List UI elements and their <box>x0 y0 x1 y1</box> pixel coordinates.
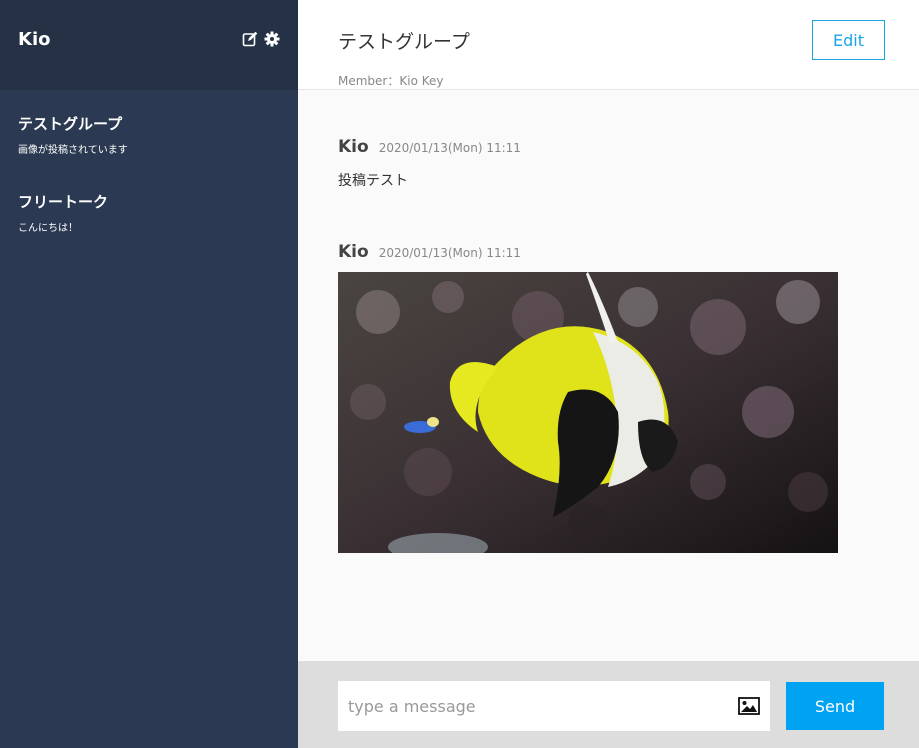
group-name: フリートーク <box>18 193 109 211</box>
message-list: Kio 2020/01/13(Mon) 11:11 投稿テスト Kio 2020… <box>298 91 919 661</box>
message: Kio 2020/01/13(Mon) 11:11 投稿テスト <box>338 137 521 190</box>
group-name: テストグループ <box>18 115 123 133</box>
group-item[interactable]: テストグループ 画像が投稿されています <box>0 110 298 188</box>
message-text: 投稿テスト <box>338 173 408 189</box>
group-title: テストグループ <box>338 31 470 53</box>
message-date: 2020/01/13(Mon) 11:11 <box>378 141 521 155</box>
edit-button[interactable]: Edit <box>812 20 885 60</box>
message-input-wrapper <box>338 681 770 731</box>
message: Kio 2020/01/13(Mon) 11:11 <box>338 242 838 553</box>
sidebar: Kio テストグループ 画像が投稿されています フリートーク こんにちは！ <box>0 0 298 748</box>
gear-icon[interactable] <box>264 31 280 47</box>
message-date: 2020/01/13(Mon) 11:11 <box>378 246 521 260</box>
header-icons <box>242 31 280 47</box>
message-meta: Kio 2020/01/13(Mon) 11:11 <box>338 137 521 157</box>
member-list: Member：Kio Key <box>338 74 444 88</box>
image-icon[interactable] <box>738 697 760 715</box>
message-image[interactable] <box>338 272 838 553</box>
sidebar-header: Kio <box>0 0 298 90</box>
current-user-name: Kio <box>18 29 51 50</box>
group-list: テストグループ 画像が投稿されています フリートーク こんにちは！ <box>0 90 298 266</box>
group-last-message: こんにちは！ <box>18 223 78 234</box>
message-input[interactable] <box>338 681 728 731</box>
edit-icon[interactable] <box>242 31 258 47</box>
message-user: Kio <box>338 137 369 157</box>
send-button[interactable]: Send <box>786 682 884 730</box>
main-header: テストグループ Member：Kio Key Edit <box>298 0 919 90</box>
group-item[interactable]: フリートーク こんにちは！ <box>0 188 298 266</box>
message-meta: Kio 2020/01/13(Mon) 11:11 <box>338 242 838 262</box>
group-last-message: 画像が投稿されています <box>18 145 128 156</box>
message-user: Kio <box>338 242 369 262</box>
message-form: Send <box>298 661 919 748</box>
